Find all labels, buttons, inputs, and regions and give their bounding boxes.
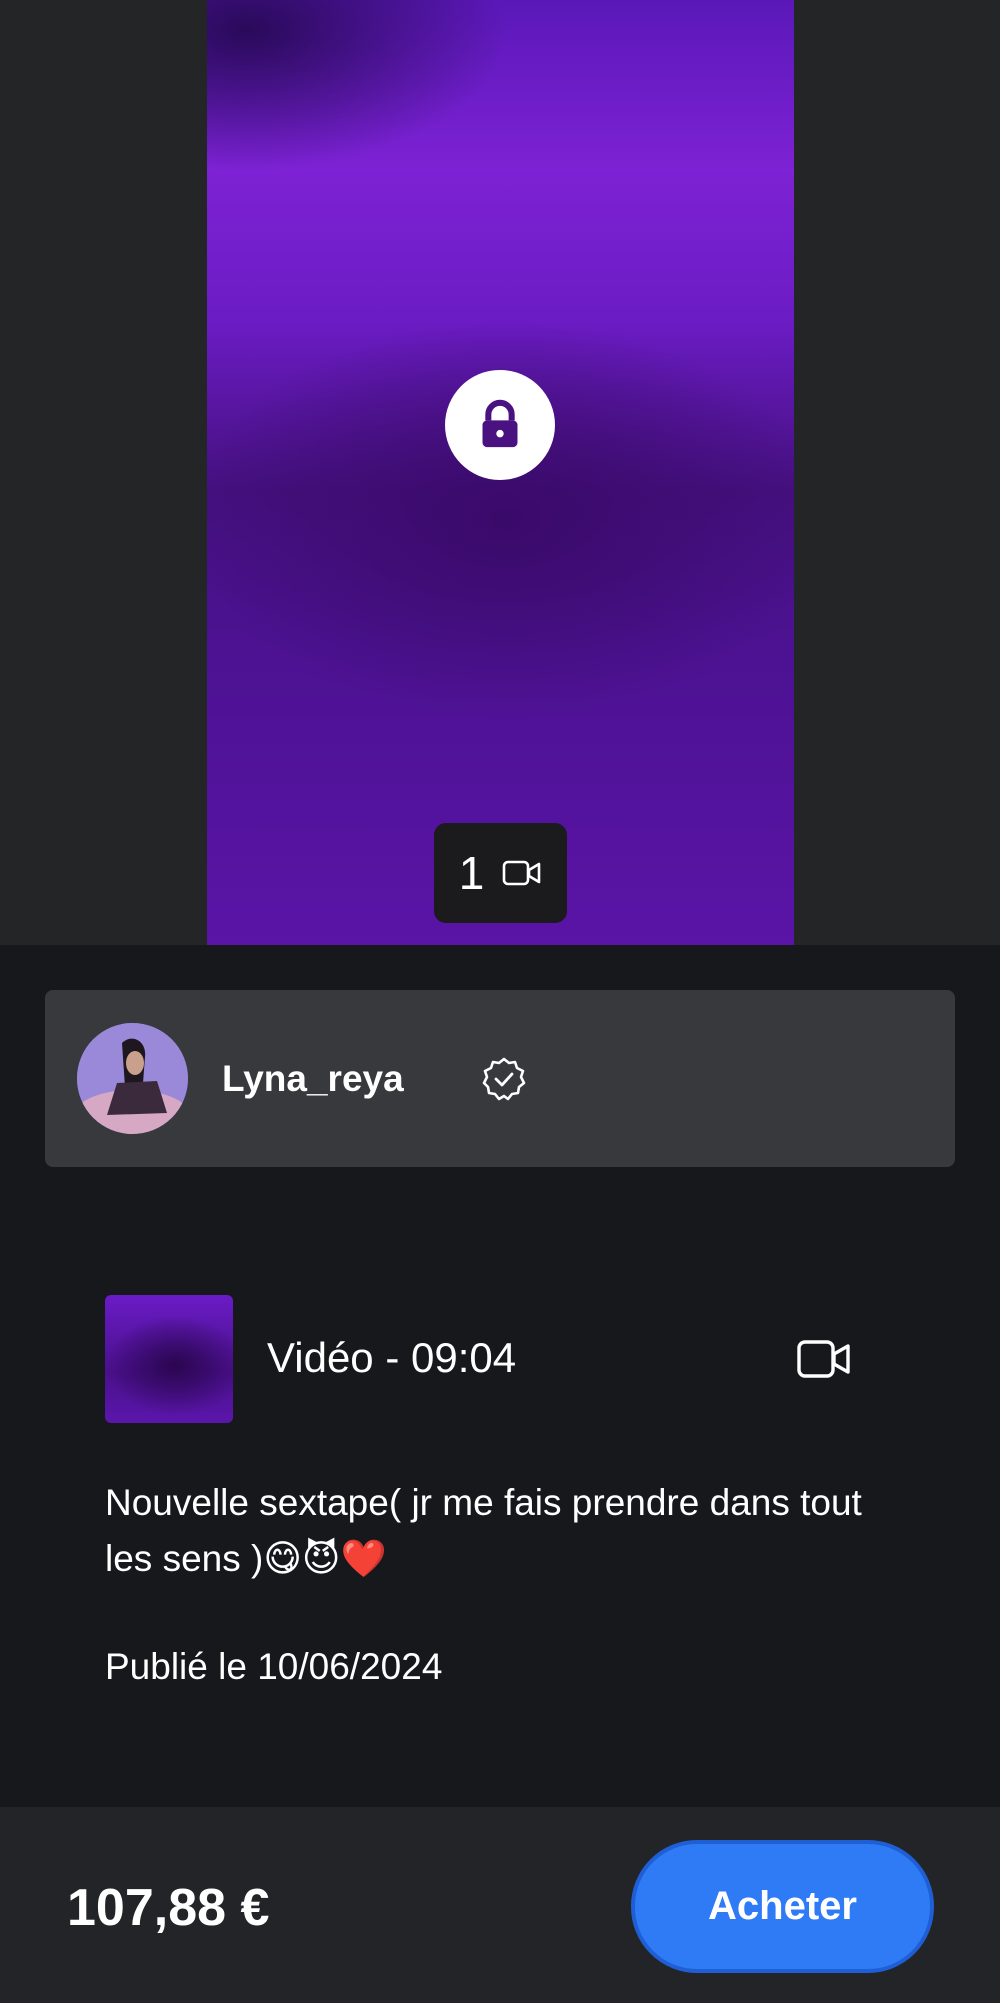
creator-card[interactable]: Lyna_reya (45, 990, 955, 1167)
verified-badge-icon (482, 1057, 526, 1101)
media-count: 1 (458, 847, 485, 899)
lock-button[interactable] (445, 370, 555, 480)
media-label: Vidéo - 09:04 (267, 1334, 517, 1381)
post-description: Nouvelle sextape( jr me fais prendre dan… (105, 1482, 862, 1579)
video-camera-icon (797, 1340, 850, 1378)
video-camera-icon (502, 860, 541, 886)
buy-button[interactable]: Acheter (631, 1840, 934, 1973)
video-thumbnail[interactable] (105, 1295, 233, 1423)
published-date: Publié le 10/06/2024 (105, 1646, 443, 1687)
lock-icon (482, 399, 518, 448)
avatar[interactable] (77, 1023, 188, 1134)
media-area: 1 (0, 0, 1000, 945)
avatar-image (77, 1023, 188, 1134)
creator-username[interactable]: Lyna_reya (222, 1058, 404, 1100)
price: 107,88 € (67, 1879, 270, 1937)
media-count-badge: 1 (434, 823, 567, 923)
